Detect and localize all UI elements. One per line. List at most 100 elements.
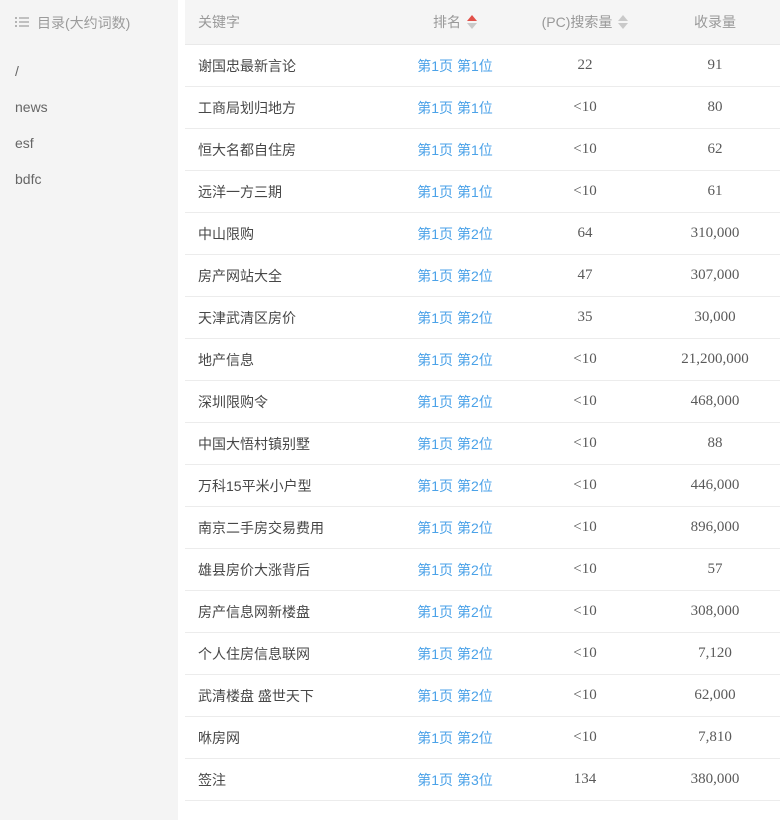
column-header-pc-search[interactable]: (PC)搜索量	[520, 12, 650, 32]
table-row: 地产信息 第1页 第2位 <10 21,200,000	[185, 339, 780, 381]
table-row: 工商局划归地方 第1页 第1位 <10 80	[185, 87, 780, 129]
pc-search-cell: <10	[520, 183, 650, 200]
indexed-cell: 61	[650, 183, 780, 200]
pc-search-cell: 22	[520, 57, 650, 74]
keyword-cell: 咻房网	[185, 728, 390, 748]
rank-link[interactable]: 第1页 第1位	[417, 142, 492, 158]
keyword-cell: 中国大悟村镇别墅	[185, 434, 390, 454]
rank-link[interactable]: 第1页 第2位	[417, 478, 492, 494]
rank-link[interactable]: 第1页 第2位	[417, 562, 492, 578]
sidebar-directory-item[interactable]: bdfc	[15, 161, 178, 197]
rank-link[interactable]: 第1页 第2位	[417, 226, 492, 242]
table-row: 深圳限购令 第1页 第2位 <10 468,000	[185, 381, 780, 423]
pc-search-cell: <10	[520, 603, 650, 620]
rank-cell: 第1页 第2位	[390, 686, 520, 706]
column-header-rank-label: 排名	[433, 12, 461, 32]
sidebar-directory-item[interactable]: news	[15, 89, 178, 125]
keyword-table: 关键字 排名 (PC)搜索量 收录量 谢国忠最新言论	[185, 0, 780, 820]
pc-search-cell: <10	[520, 351, 650, 368]
indexed-cell: 310,000	[650, 225, 780, 242]
keyword-cell: 谢国忠最新言论	[185, 56, 390, 76]
keyword-cell: 深圳限购令	[185, 392, 390, 412]
directory-list: / news esf bdfc	[15, 53, 178, 197]
column-header-keyword: 关键字	[185, 12, 390, 32]
rank-link[interactable]: 第1页 第1位	[417, 100, 492, 116]
keyword-cell: 地产信息	[185, 350, 390, 370]
indexed-cell: 91	[650, 57, 780, 74]
rank-cell: 第1页 第1位	[390, 140, 520, 160]
rank-link[interactable]: 第1页 第1位	[417, 58, 492, 74]
table-row: 天津武清区房价 第1页 第2位 35 30,000	[185, 297, 780, 339]
pc-search-cell: <10	[520, 687, 650, 704]
rank-cell: 第1页 第2位	[390, 350, 520, 370]
table-row: 武清楼盘 盛世天下 第1页 第2位 <10 62,000	[185, 675, 780, 717]
pc-search-cell: <10	[520, 519, 650, 536]
rank-cell: 第1页 第1位	[390, 98, 520, 118]
keyword-cell: 武清楼盘 盛世天下	[185, 686, 390, 706]
pc-search-cell: <10	[520, 645, 650, 662]
table-row: 中国大悟村镇别墅 第1页 第2位 <10 88	[185, 423, 780, 465]
pc-search-cell: <10	[520, 99, 650, 116]
rank-link[interactable]: 第1页 第1位	[417, 184, 492, 200]
keyword-cell: 房产网站大全	[185, 266, 390, 286]
directory-title: 目录(大约词数)	[37, 13, 130, 33]
rank-link[interactable]: 第1页 第2位	[417, 394, 492, 410]
table-row: 房产信息网新楼盘 第1页 第2位 <10 308,000	[185, 591, 780, 633]
sidebar-directory-item[interactable]: esf	[15, 125, 178, 161]
indexed-cell: 62,000	[650, 687, 780, 704]
rank-link[interactable]: 第1页 第2位	[417, 730, 492, 746]
rank-link[interactable]: 第1页 第2位	[417, 604, 492, 620]
keyword-cell: 房产信息网新楼盘	[185, 602, 390, 622]
indexed-cell: 468,000	[650, 393, 780, 410]
indexed-cell: 308,000	[650, 603, 780, 620]
sidebar-directory-item[interactable]: /	[15, 53, 178, 89]
rank-cell: 第1页 第1位	[390, 182, 520, 202]
pc-search-cell: <10	[520, 435, 650, 452]
keyword-cell: 中山限购	[185, 224, 390, 244]
rank-link[interactable]: 第1页 第3位	[417, 772, 492, 788]
rank-link[interactable]: 第1页 第2位	[417, 436, 492, 452]
list-icon	[15, 17, 29, 29]
rank-cell: 第1页 第2位	[390, 476, 520, 496]
keyword-cell: 雄县房价大涨背后	[185, 560, 390, 580]
pc-search-cell: <10	[520, 477, 650, 494]
table-row: 房产网站大全 第1页 第2位 47 307,000	[185, 255, 780, 297]
rank-cell: 第1页 第2位	[390, 266, 520, 286]
table-row: 个人住房信息联网 第1页 第2位 <10 7,120	[185, 633, 780, 675]
column-header-rank[interactable]: 排名	[390, 12, 520, 32]
keyword-cell: 个人住房信息联网	[185, 644, 390, 664]
rank-cell: 第1页 第2位	[390, 560, 520, 580]
rank-link[interactable]: 第1页 第2位	[417, 268, 492, 284]
rank-link[interactable]: 第1页 第2位	[417, 688, 492, 704]
sidebar-table-gutter	[178, 0, 185, 820]
pc-search-cell: <10	[520, 141, 650, 158]
rank-link[interactable]: 第1页 第2位	[417, 520, 492, 536]
indexed-cell: 380,000	[650, 771, 780, 788]
rank-link[interactable]: 第1页 第2位	[417, 646, 492, 662]
sort-control-rank[interactable]	[467, 15, 477, 29]
keyword-cell: 恒大名都自住房	[185, 140, 390, 160]
table-row: 雄县房价大涨背后 第1页 第2位 <10 57	[185, 549, 780, 591]
pc-search-cell: 47	[520, 267, 650, 284]
indexed-cell: 896,000	[650, 519, 780, 536]
table-row: 恒大名都自住房 第1页 第1位 <10 62	[185, 129, 780, 171]
sort-asc-icon	[618, 15, 628, 21]
indexed-cell: 21,200,000	[650, 351, 780, 368]
indexed-cell: 446,000	[650, 477, 780, 494]
rank-link[interactable]: 第1页 第2位	[417, 352, 492, 368]
table-row: 签注 第1页 第3位 134 380,000	[185, 759, 780, 801]
indexed-cell: 30,000	[650, 309, 780, 326]
rank-link[interactable]: 第1页 第2位	[417, 310, 492, 326]
pc-search-cell: 35	[520, 309, 650, 326]
pc-search-cell: 64	[520, 225, 650, 242]
rank-cell: 第1页 第2位	[390, 434, 520, 454]
rank-cell: 第1页 第2位	[390, 518, 520, 538]
indexed-cell: 307,000	[650, 267, 780, 284]
keyword-cell: 南京二手房交易费用	[185, 518, 390, 538]
table-body: 谢国忠最新言论 第1页 第1位 22 91 工商局划归地方 第1页 第1位 <1…	[185, 45, 780, 801]
rank-cell: 第1页 第2位	[390, 728, 520, 748]
indexed-cell: 80	[650, 99, 780, 116]
table-row: 谢国忠最新言论 第1页 第1位 22 91	[185, 45, 780, 87]
column-header-indexed-label: 收录量	[694, 12, 736, 32]
sort-control-pc-search[interactable]	[618, 15, 628, 29]
